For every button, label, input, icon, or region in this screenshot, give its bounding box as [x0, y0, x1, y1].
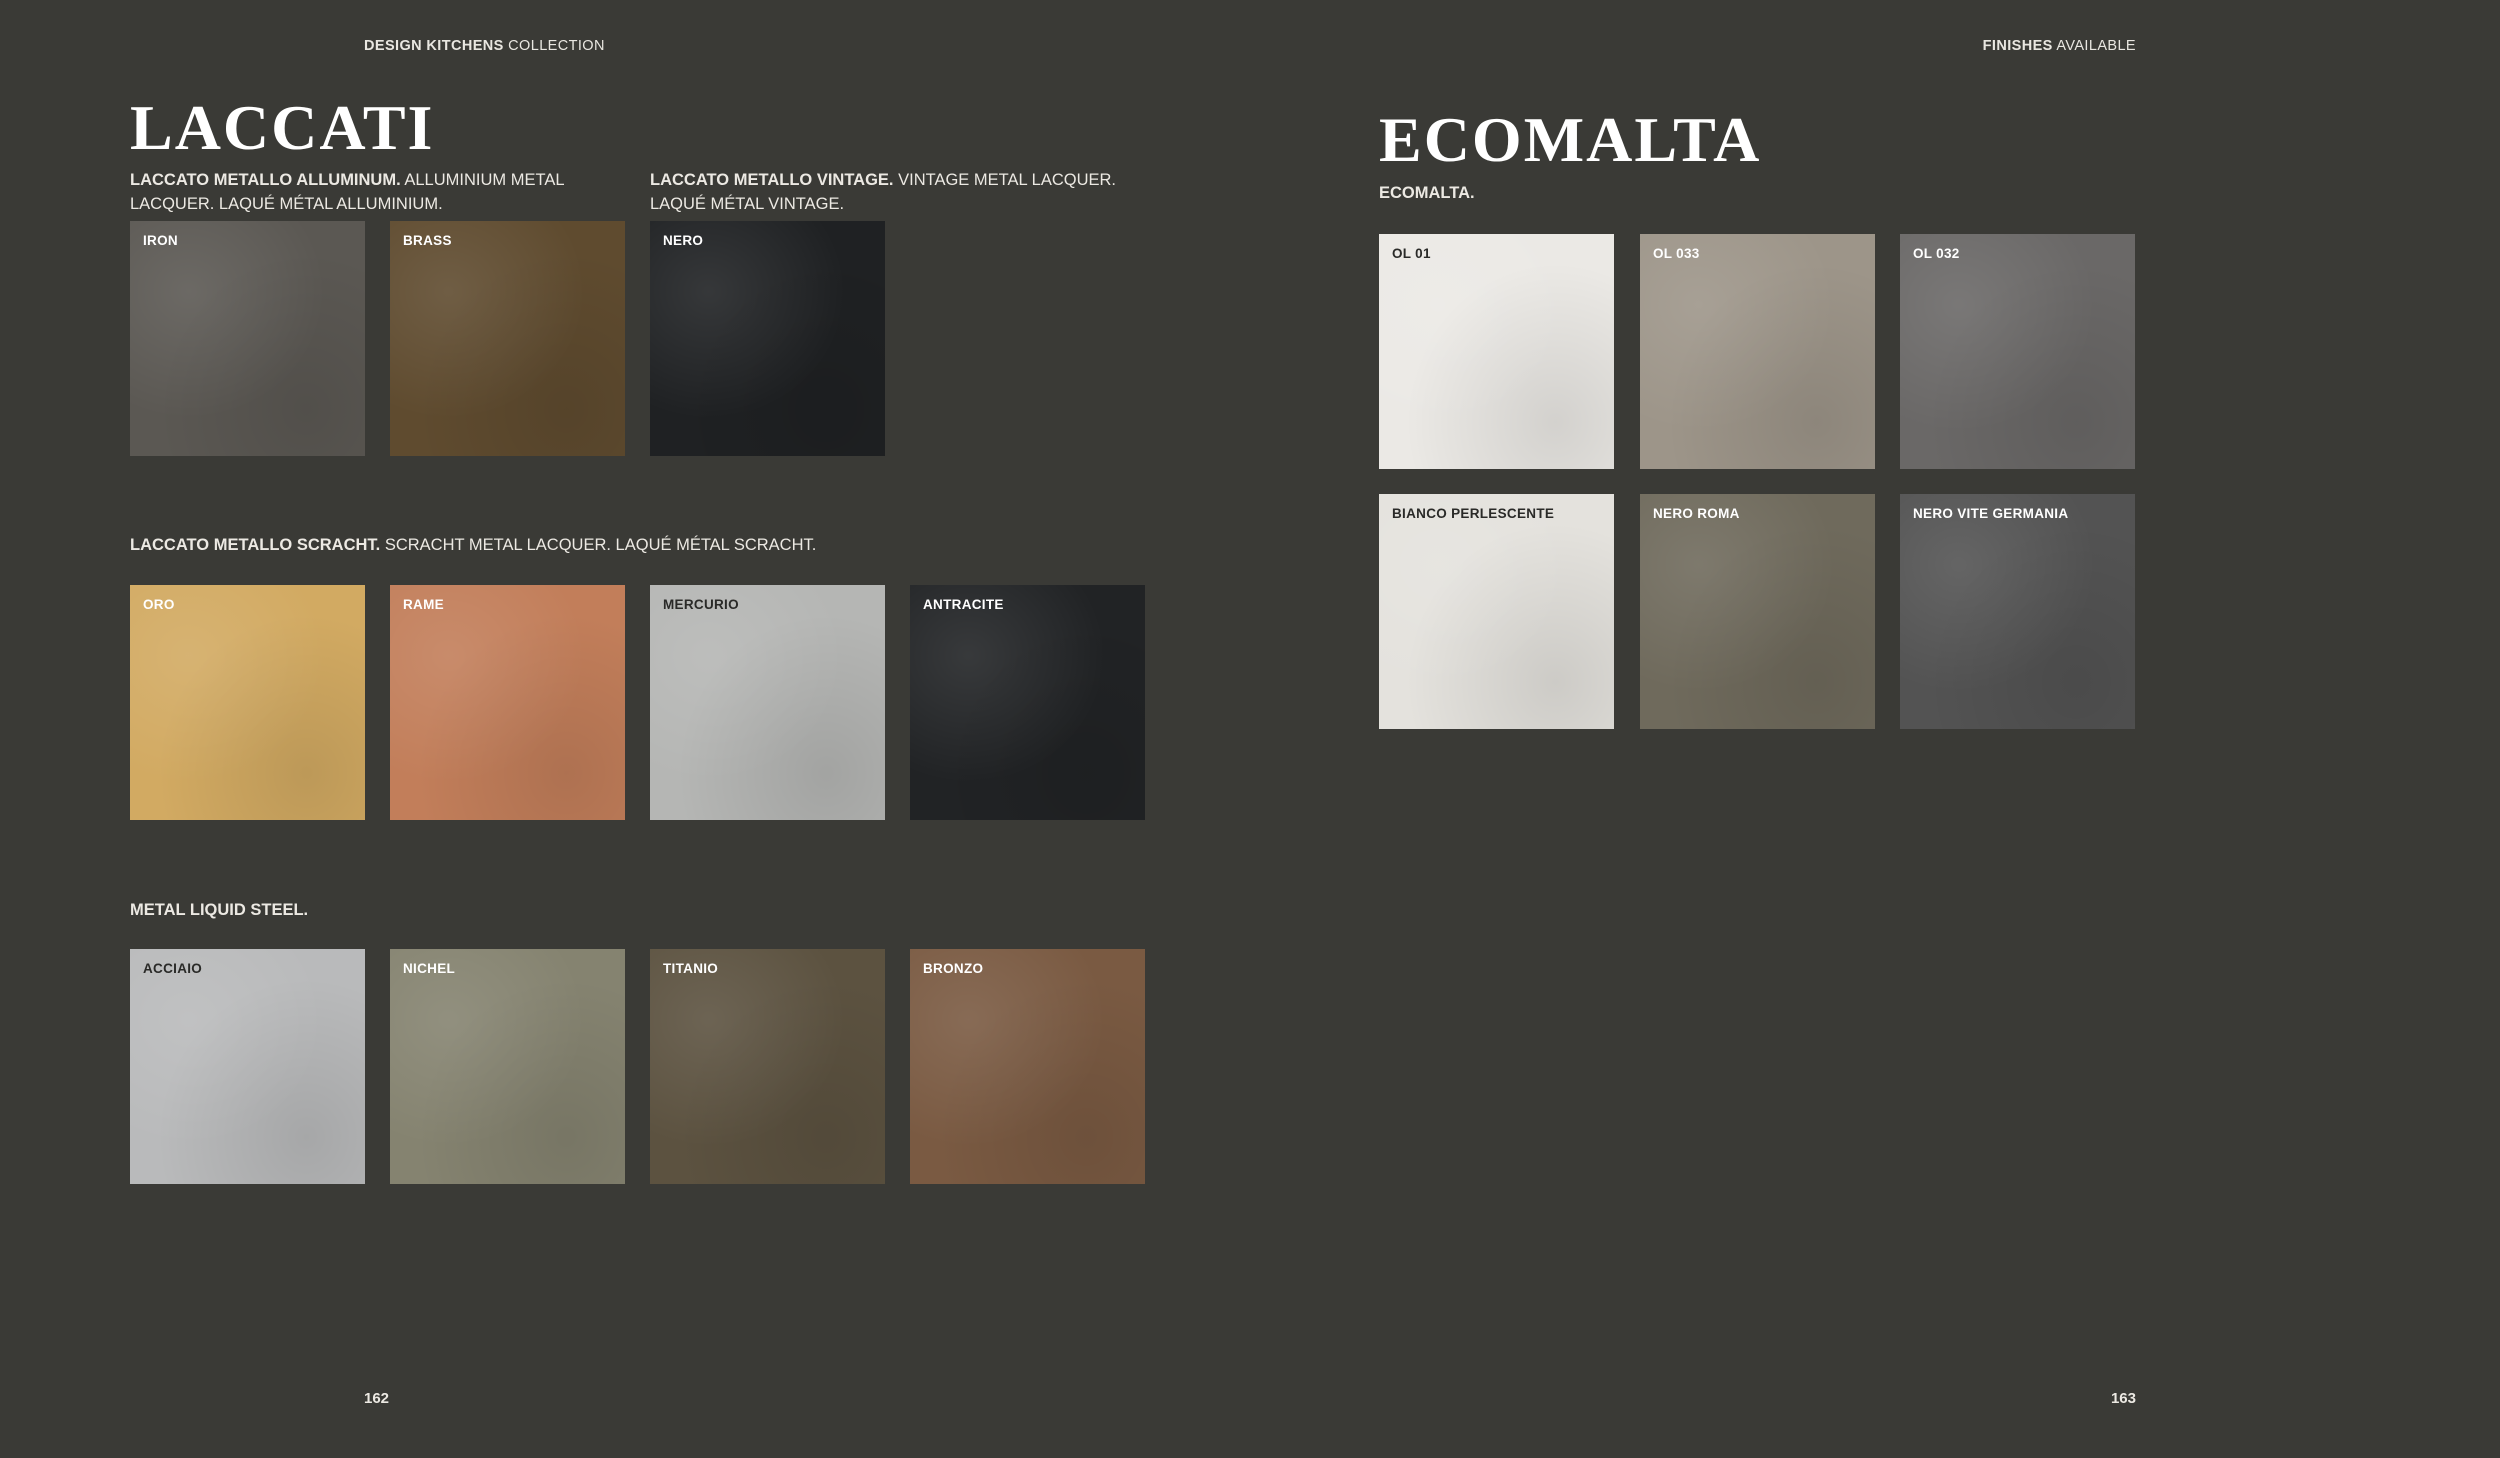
page-number-right: 163 — [2110, 1390, 2136, 1407]
swatch-bianco-perlescente[interactable]: BIANCO PERLESCENTE — [1379, 494, 1614, 729]
swatch-rame[interactable]: RAME — [390, 585, 625, 820]
swatch-label: NERO ROMA — [1653, 506, 1740, 521]
swatch-mercurio[interactable]: MERCURIO — [650, 585, 885, 820]
swatch-acciaio[interactable]: ACCIAIO — [130, 949, 365, 1184]
swatch-titanio[interactable]: TITANIO — [650, 949, 885, 1184]
swatch-label: NERO VITE GERMANIA — [1913, 506, 2069, 521]
swatch-label: OL 032 — [1913, 246, 1960, 261]
swatch-label: BRONZO — [923, 961, 984, 976]
ecomalta-title: ECOMALTA — [1379, 104, 1762, 175]
swatch-iron[interactable]: IRON — [130, 221, 365, 456]
swatch-label: ORO — [143, 597, 175, 612]
swatch-label: IRON — [143, 233, 178, 248]
swatch-label: BRASS — [403, 233, 452, 248]
swatch-oro[interactable]: ORO — [130, 585, 365, 820]
swatch-label: NERO — [663, 233, 704, 248]
swatch-ol-032[interactable]: OL 032 — [1900, 234, 2135, 469]
swatch-nichel[interactable]: NICHEL — [390, 949, 625, 1184]
swatch-label: TITANIO — [663, 961, 719, 976]
swatch-label: MERCURIO — [663, 597, 739, 612]
swatch-ol-01[interactable]: OL 01 — [1379, 234, 1614, 469]
swatch-label: ACCIAIO — [143, 961, 203, 976]
swatch-brass[interactable]: BRASS — [390, 221, 625, 456]
running-header-left: DESIGN KITCHENS COLLECTION — [364, 38, 605, 54]
swatch-bronzo[interactable]: BRONZO — [910, 949, 1145, 1184]
page-number-left: 162 — [364, 1390, 390, 1407]
laccato-vintage-description: LACCATO METALLO VINTAGE. VINTAGE METAL L… — [650, 168, 1150, 216]
laccati-title: LACCATI — [130, 92, 435, 163]
running-header-left-rest: COLLECTION — [503, 38, 605, 54]
swatch-nero[interactable]: NERO — [650, 221, 885, 456]
metal-liquid-steel-bold: METAL LIQUID STEEL. — [130, 901, 309, 919]
swatch-nero-roma[interactable]: NERO ROMA — [1640, 494, 1875, 729]
swatch-label: ANTRACITE — [923, 597, 1004, 612]
metal-liquid-steel-description: METAL LIQUID STEEL. — [130, 898, 1130, 922]
swatch-label: OL 033 — [1653, 246, 1700, 261]
ecomalta-bold: ECOMALTA. — [1379, 184, 1475, 202]
swatch-label: OL 01 — [1392, 246, 1431, 261]
running-header-right-rest: AVAILABLE — [2052, 38, 2136, 54]
swatch-antracite[interactable]: ANTRACITE — [910, 585, 1145, 820]
laccato-vintage-bold: LACCATO METALLO VINTAGE. — [650, 171, 894, 189]
laccato-scratch-text: SCRACHT METAL LACQUER. LAQUÉ MÉTAL SCRAC… — [380, 536, 817, 554]
swatch-label: NICHEL — [403, 961, 456, 976]
laccato-alluminum-description: LACCATO METALLO ALLUMINUM. ALLUMINIUM ME… — [130, 168, 630, 216]
laccato-scratch-bold: LACCATO METALLO SCRACHT. — [130, 536, 381, 554]
swatch-ol-033[interactable]: OL 033 — [1640, 234, 1875, 469]
running-header-right-bold: FINISHES — [1982, 38, 2053, 54]
running-header-left-bold: DESIGN KITCHENS — [364, 38, 504, 54]
running-header-right: FINISHES AVAILABLE — [1983, 38, 2136, 54]
laccato-scratch-description: LACCATO METALLO SCRACHT. SCRACHT METAL L… — [130, 533, 1130, 557]
swatch-label: BIANCO PERLESCENTE — [1392, 506, 1555, 521]
swatch-nero-vite-germania[interactable]: NERO VITE GERMANIA — [1900, 494, 2135, 729]
ecomalta-description: ECOMALTA. — [1379, 181, 1979, 205]
swatch-label: RAME — [403, 597, 444, 612]
laccato-alluminum-bold: LACCATO METALLO ALLUMINUM. — [130, 171, 401, 189]
